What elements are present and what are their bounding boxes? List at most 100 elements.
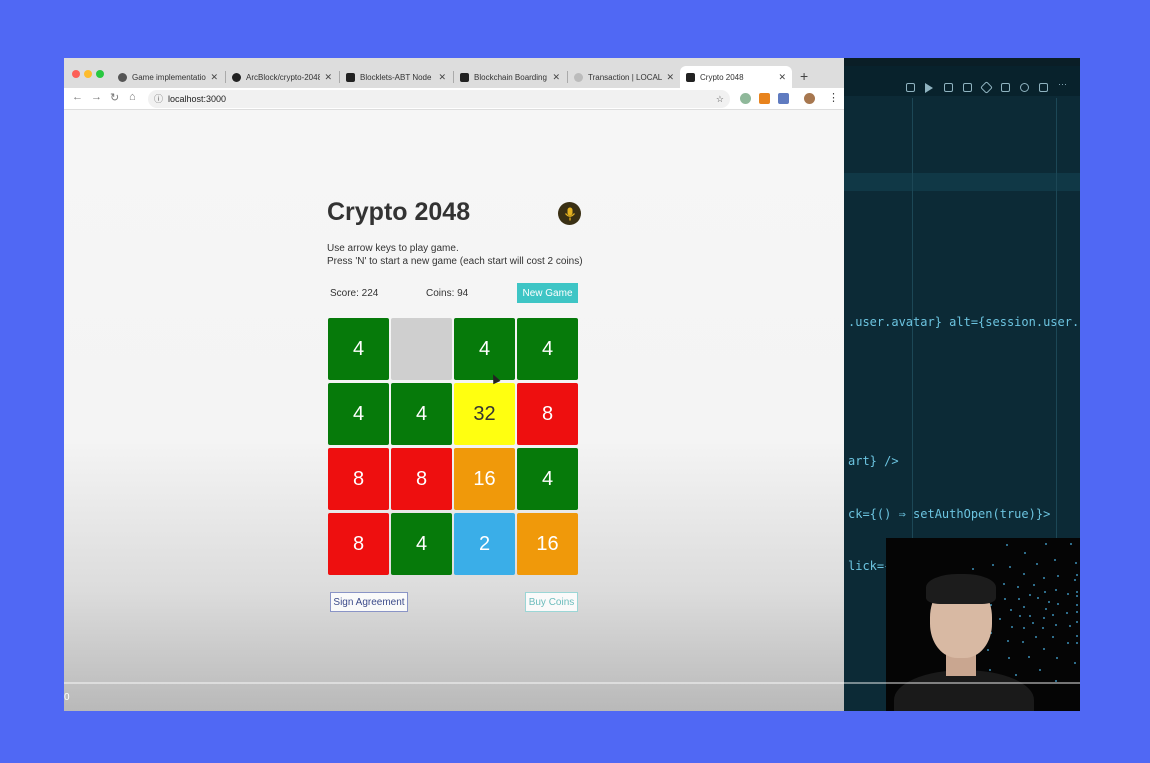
profile-avatar[interactable]: [804, 93, 815, 104]
git-icon[interactable]: [1020, 83, 1029, 92]
tab-crypto-2048[interactable]: Crypto 2048 ✕: [680, 66, 792, 88]
diamond-icon[interactable]: [980, 81, 993, 94]
bookmark-star-icon[interactable]: ☆: [716, 90, 724, 108]
network-dot: [1052, 636, 1055, 639]
tab-blockchain-boarding[interactable]: Blockchain Boarding ✕: [454, 66, 566, 88]
network-dot: [1036, 597, 1039, 600]
run-icon[interactable]: [925, 83, 933, 93]
tile-32: 32: [454, 383, 515, 445]
network-dot: [1023, 605, 1026, 608]
tab-bar: Game implementation ✕ ArcBlock/crypto-20…: [64, 58, 844, 88]
tab-transaction[interactable]: Transaction | LOCAL ✕: [568, 66, 680, 88]
close-tab-icon[interactable]: ✕: [210, 72, 218, 83]
tab-arcblock-github[interactable]: ArcBlock/crypto-2048 ✕: [226, 66, 338, 88]
network-dot: [1076, 591, 1078, 594]
close-window-button[interactable]: [72, 70, 80, 78]
tile-8: 8: [328, 448, 389, 510]
network-dot: [1057, 574, 1060, 577]
network-dot: [1067, 593, 1070, 596]
url-field[interactable]: ⓘ localhost:3000 ☆: [148, 90, 730, 108]
video-progress-bar[interactable]: [64, 682, 1080, 684]
network-dot: [1047, 600, 1050, 603]
home-icon[interactable]: ⌂: [129, 91, 136, 103]
network-dot: [1076, 594, 1078, 597]
microphone-button[interactable]: [558, 202, 581, 225]
maximize-window-button[interactable]: [96, 70, 104, 78]
network-dot: [1076, 573, 1078, 576]
tab-title: Blocklets-ABT Node: [360, 72, 432, 82]
tile-4: 4: [454, 318, 515, 380]
info-icon[interactable]: ⓘ: [154, 90, 163, 108]
code-line: ck={() ⇒ setAuthOpen(true)}>: [848, 507, 1051, 521]
presenter-hair: [926, 574, 996, 604]
network-dot: [1032, 622, 1035, 625]
tab-blocklets[interactable]: Blocklets-ABT Node ✕: [340, 66, 452, 88]
git-compare-icon[interactable]: [906, 83, 915, 92]
network-dot: [1007, 656, 1010, 659]
highlighted-line: [844, 173, 1080, 191]
buy-coins-button[interactable]: Buy Coins: [525, 592, 578, 612]
go-forward-icon[interactable]: [1001, 83, 1010, 92]
close-tab-icon[interactable]: ✕: [666, 72, 674, 83]
network-dot: [1022, 626, 1025, 629]
network-dot: [1006, 544, 1009, 547]
forward-icon[interactable]: →: [91, 91, 102, 103]
network-dot: [1028, 614, 1031, 617]
editor-toolbar: ···: [844, 58, 1080, 96]
network-dot: [1027, 655, 1030, 658]
network-dot: [1017, 597, 1020, 600]
tile-16: 16: [517, 513, 578, 575]
close-tab-icon[interactable]: ✕: [438, 72, 446, 83]
network-dot: [1002, 582, 1005, 585]
go-back-icon[interactable]: [963, 83, 972, 92]
code-line: .user.avatar} alt={session.user.: [848, 315, 1080, 329]
menu-more-icon[interactable]: ⋮: [828, 91, 839, 104]
new-tab-button[interactable]: +: [800, 68, 808, 84]
microphone-icon: [564, 207, 575, 220]
tile-16: 16: [454, 448, 515, 510]
close-tab-icon[interactable]: ✕: [552, 72, 560, 83]
tile-4: 4: [391, 513, 452, 575]
instructions: Use arrow keys to play game. Press 'N' t…: [327, 242, 583, 268]
arcblock-icon: [460, 72, 469, 82]
extension-icon[interactable]: [740, 93, 751, 104]
network-dot: [1057, 603, 1060, 606]
metamask-fox-icon[interactable]: [759, 93, 770, 104]
new-game-button[interactable]: New Game: [517, 283, 578, 303]
instructions-line: Press 'N' to start a new game (each star…: [327, 256, 583, 267]
tile-8: 8: [328, 513, 389, 575]
tab-title: Crypto 2048: [700, 72, 744, 82]
sign-agreement-button[interactable]: Sign Agreement: [330, 592, 408, 612]
reload-icon[interactable]: ↻: [110, 91, 119, 104]
network-dot: [991, 563, 994, 566]
video-time: 0: [64, 692, 70, 703]
more-actions-icon[interactable]: ···: [1058, 79, 1067, 89]
file-icon[interactable]: [944, 83, 953, 92]
network-dot: [1076, 610, 1078, 613]
split-editor-icon[interactable]: [1039, 83, 1048, 92]
video-frame: Game implementation ✕ ArcBlock/crypto-20…: [64, 58, 1080, 711]
code-line: art} />: [848, 454, 899, 468]
tile-4: 4: [328, 318, 389, 380]
network-dot: [1045, 608, 1047, 610]
coins-display: Coins: 94: [426, 288, 469, 299]
loading-icon: [574, 72, 583, 82]
network-dot: [1076, 635, 1078, 638]
score-display: Score: 224: [330, 288, 379, 299]
tile-4: 4: [517, 318, 578, 380]
close-tab-icon[interactable]: ✕: [324, 72, 332, 83]
extension-badge-icon[interactable]: [778, 93, 789, 104]
network-dot: [1003, 597, 1006, 600]
close-tab-icon[interactable]: ✕: [778, 72, 786, 83]
minimize-window-button[interactable]: [84, 70, 92, 78]
network-dot: [1032, 584, 1035, 587]
instructions-line: Use arrow keys to play game.: [327, 243, 459, 254]
tile-4: 4: [517, 448, 578, 510]
tab-game-implementation[interactable]: Game implementation ✕: [112, 66, 224, 88]
tile-4: 4: [391, 383, 452, 445]
github-icon: [232, 72, 241, 82]
back-icon[interactable]: ←: [72, 91, 83, 103]
network-dot: [1006, 640, 1009, 643]
network-dot: [972, 567, 975, 570]
game-board[interactable]: 4 4 4 4 4 32 8 8 8 16 4 8 4 2 16: [328, 318, 580, 578]
